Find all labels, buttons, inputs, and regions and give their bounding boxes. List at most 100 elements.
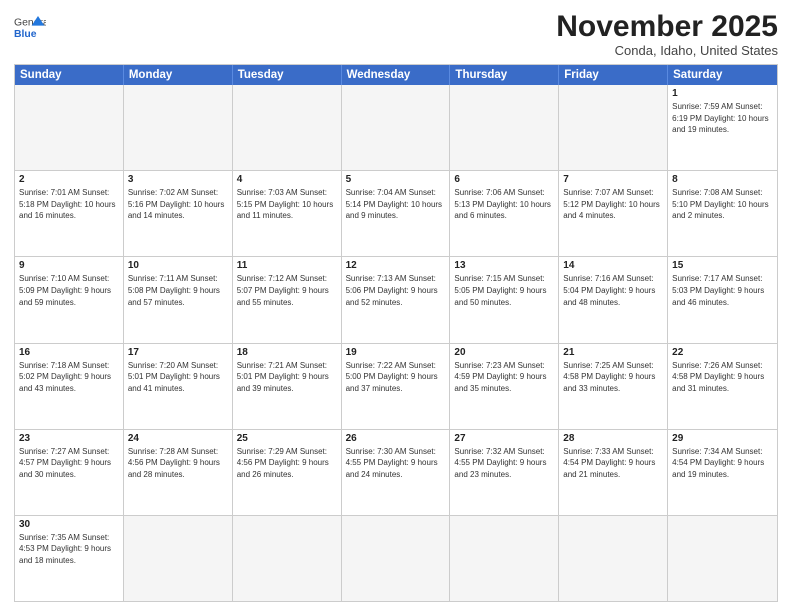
- calendar-week-3: 9 Sunrise: 7:10 AM Sunset: 5:09 PM Daylig…: [15, 256, 777, 342]
- calendar-cell: 19 Sunrise: 7:22 AM Sunset: 5:00 PM Dayli…: [342, 344, 451, 429]
- day-number: 19: [346, 347, 446, 358]
- calendar-week-1: 1Sunrise: 7:59 AM Sunset: 6:19 PM Daylig…: [15, 85, 777, 170]
- day-number: 18: [237, 347, 337, 358]
- title-block: November 2025 Conda, Idaho, United State…: [556, 10, 778, 58]
- day-info: Sunrise: 7:18 AM Sunset: 5:02 PM Dayligh…: [19, 360, 119, 395]
- page: General Blue November 2025 Conda, Idaho,…: [0, 0, 792, 612]
- header-thursday: Thursday: [450, 65, 559, 85]
- day-info: Sunrise: 7:12 AM Sunset: 5:07 PM Dayligh…: [237, 273, 337, 308]
- calendar-cell: [233, 516, 342, 601]
- calendar-cell: 1Sunrise: 7:59 AM Sunset: 6:19 PM Daylig…: [668, 85, 777, 170]
- day-number: 26: [346, 433, 446, 444]
- calendar-cell: [233, 85, 342, 170]
- svg-text:Blue: Blue: [14, 29, 37, 40]
- calendar-week-5: 23Sunrise: 7:27 AM Sunset: 4:57 PM Dayli…: [15, 429, 777, 515]
- calendar-cell: 9 Sunrise: 7:10 AM Sunset: 5:09 PM Daylig…: [15, 257, 124, 342]
- calendar-cell: [124, 516, 233, 601]
- day-number: 6: [454, 174, 554, 185]
- header-tuesday: Tuesday: [233, 65, 342, 85]
- calendar-cell: 11 Sunrise: 7:12 AM Sunset: 5:07 PM Dayli…: [233, 257, 342, 342]
- calendar-cell: 12 Sunrise: 7:13 AM Sunset: 5:06 PM Dayli…: [342, 257, 451, 342]
- day-info: Sunrise: 7:35 AM Sunset: 4:53 PM Dayligh…: [19, 532, 119, 567]
- day-info: Sunrise: 7:06 AM Sunset: 5:13 PM Dayligh…: [454, 187, 554, 222]
- calendar-cell: 28 Sunrise: 7:33 AM Sunset: 4:54 PM Dayli…: [559, 430, 668, 515]
- calendar-week-4: 16 Sunrise: 7:18 AM Sunset: 5:02 PM Dayli…: [15, 343, 777, 429]
- day-info: Sunrise: 7:32 AM Sunset: 4:55 PM Dayligh…: [454, 446, 554, 481]
- header-sunday: Sunday: [15, 65, 124, 85]
- day-number: 24: [128, 433, 228, 444]
- calendar-cell: [450, 85, 559, 170]
- calendar-cell: 20 Sunrise: 7:23 AM Sunset: 4:59 PM Dayli…: [450, 344, 559, 429]
- day-number: 13: [454, 260, 554, 271]
- logo: General Blue: [14, 14, 46, 42]
- day-info: Sunrise: 7:33 AM Sunset: 4:54 PM Dayligh…: [563, 446, 663, 481]
- day-info: Sunrise: 7:34 AM Sunset: 4:54 PM Dayligh…: [672, 446, 773, 481]
- day-number: 23: [19, 433, 119, 444]
- calendar-cell: [15, 85, 124, 170]
- calendar-cell: 7Sunrise: 7:07 AM Sunset: 5:12 PM Daylig…: [559, 171, 668, 256]
- calendar-header-row: Sunday Monday Tuesday Wednesday Thursday…: [15, 65, 777, 85]
- calendar-cell: 2Sunrise: 7:01 AM Sunset: 5:18 PM Daylig…: [15, 171, 124, 256]
- day-number: 14: [563, 260, 663, 271]
- day-info: Sunrise: 7:15 AM Sunset: 5:05 PM Dayligh…: [454, 273, 554, 308]
- calendar-cell: 10 Sunrise: 7:11 AM Sunset: 5:08 PM Dayli…: [124, 257, 233, 342]
- day-number: 12: [346, 260, 446, 271]
- day-number: 11: [237, 260, 337, 271]
- calendar-week-2: 2Sunrise: 7:01 AM Sunset: 5:18 PM Daylig…: [15, 170, 777, 256]
- calendar-cell: 25Sunrise: 7:29 AM Sunset: 4:56 PM Dayli…: [233, 430, 342, 515]
- day-number: 16: [19, 347, 119, 358]
- day-number: 28: [563, 433, 663, 444]
- day-info: Sunrise: 7:02 AM Sunset: 5:16 PM Dayligh…: [128, 187, 228, 222]
- day-info: Sunrise: 7:22 AM Sunset: 5:00 PM Dayligh…: [346, 360, 446, 395]
- calendar-cell: 3Sunrise: 7:02 AM Sunset: 5:16 PM Daylig…: [124, 171, 233, 256]
- calendar-cell: 18 Sunrise: 7:21 AM Sunset: 5:01 PM Dayli…: [233, 344, 342, 429]
- calendar-cell: 22Sunrise: 7:26 AM Sunset: 4:58 PM Dayli…: [668, 344, 777, 429]
- month-title: November 2025: [556, 10, 778, 43]
- calendar-cell: 29Sunrise: 7:34 AM Sunset: 4:54 PM Dayli…: [668, 430, 777, 515]
- generalblue-logo-icon: General Blue: [14, 14, 46, 42]
- calendar-cell: 21Sunrise: 7:25 AM Sunset: 4:58 PM Dayli…: [559, 344, 668, 429]
- calendar-cell: 4Sunrise: 7:03 AM Sunset: 5:15 PM Daylig…: [233, 171, 342, 256]
- day-number: 20: [454, 347, 554, 358]
- day-info: Sunrise: 7:07 AM Sunset: 5:12 PM Dayligh…: [563, 187, 663, 222]
- day-number: 8: [672, 174, 773, 185]
- day-info: Sunrise: 7:30 AM Sunset: 4:55 PM Dayligh…: [346, 446, 446, 481]
- calendar-cell: [559, 516, 668, 601]
- calendar-cell: 23Sunrise: 7:27 AM Sunset: 4:57 PM Dayli…: [15, 430, 124, 515]
- day-info: Sunrise: 7:04 AM Sunset: 5:14 PM Dayligh…: [346, 187, 446, 222]
- calendar-cell: 17Sunrise: 7:20 AM Sunset: 5:01 PM Dayli…: [124, 344, 233, 429]
- day-info: Sunrise: 7:21 AM Sunset: 5:01 PM Dayligh…: [237, 360, 337, 395]
- day-info: Sunrise: 7:23 AM Sunset: 4:59 PM Dayligh…: [454, 360, 554, 395]
- calendar-cell: [559, 85, 668, 170]
- day-info: Sunrise: 7:11 AM Sunset: 5:08 PM Dayligh…: [128, 273, 228, 308]
- location-subtitle: Conda, Idaho, United States: [556, 43, 778, 58]
- day-info: Sunrise: 7:25 AM Sunset: 4:58 PM Dayligh…: [563, 360, 663, 395]
- day-number: 10: [128, 260, 228, 271]
- calendar-cell: [342, 85, 451, 170]
- day-number: 30: [19, 519, 119, 530]
- day-info: Sunrise: 7:10 AM Sunset: 5:09 PM Dayligh…: [19, 273, 119, 308]
- calendar-cell: 27 Sunrise: 7:32 AM Sunset: 4:55 PM Dayli…: [450, 430, 559, 515]
- header: General Blue November 2025 Conda, Idaho,…: [14, 10, 778, 58]
- day-info: Sunrise: 7:29 AM Sunset: 4:56 PM Dayligh…: [237, 446, 337, 481]
- day-number: 22: [672, 347, 773, 358]
- calendar-cell: 26 Sunrise: 7:30 AM Sunset: 4:55 PM Dayli…: [342, 430, 451, 515]
- day-number: 27: [454, 433, 554, 444]
- day-number: 9: [19, 260, 119, 271]
- calendar-cell: 30 Sunrise: 7:35 AM Sunset: 4:53 PM Dayli…: [15, 516, 124, 601]
- calendar-cell: 15Sunrise: 7:17 AM Sunset: 5:03 PM Dayli…: [668, 257, 777, 342]
- day-info: Sunrise: 7:08 AM Sunset: 5:10 PM Dayligh…: [672, 187, 773, 222]
- day-number: 5: [346, 174, 446, 185]
- calendar-cell: 13 Sunrise: 7:15 AM Sunset: 5:05 PM Dayli…: [450, 257, 559, 342]
- calendar-cell: [124, 85, 233, 170]
- header-monday: Monday: [124, 65, 233, 85]
- calendar-cell: [450, 516, 559, 601]
- calendar-cell: [342, 516, 451, 601]
- header-wednesday: Wednesday: [342, 65, 451, 85]
- calendar-cell: 8 Sunrise: 7:08 AM Sunset: 5:10 PM Daylig…: [668, 171, 777, 256]
- day-info: Sunrise: 7:01 AM Sunset: 5:18 PM Dayligh…: [19, 187, 119, 222]
- day-info: Sunrise: 7:16 AM Sunset: 5:04 PM Dayligh…: [563, 273, 663, 308]
- day-number: 17: [128, 347, 228, 358]
- day-info: Sunrise: 7:13 AM Sunset: 5:06 PM Dayligh…: [346, 273, 446, 308]
- day-info: Sunrise: 7:59 AM Sunset: 6:19 PM Dayligh…: [672, 101, 773, 136]
